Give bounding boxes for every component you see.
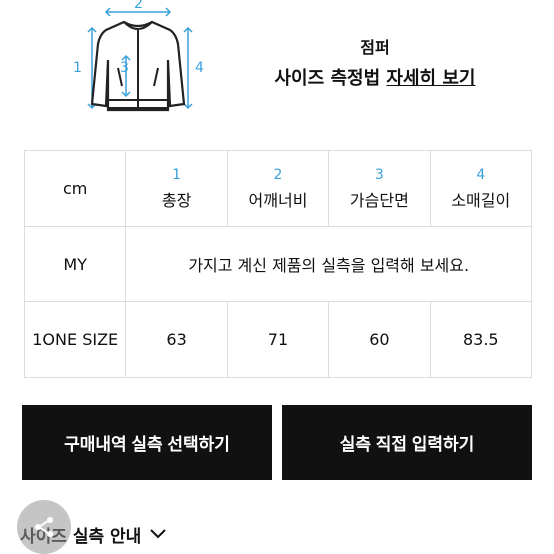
column-name: 가슴단면	[349, 190, 409, 210]
jacket-size-diagram: 1 2 3 4	[66, 0, 216, 118]
share-button[interactable]	[17, 500, 71, 554]
product-category: 점퍼	[360, 38, 390, 57]
dimension-label-3: 3	[120, 60, 129, 76]
column-header-sleeve: 4 소매길이	[429, 150, 533, 227]
size-value-shoulder: 71	[226, 301, 330, 378]
chevron-down-icon	[149, 525, 167, 545]
table-header-row: cm 1 총장 2 어깨너비 3 가슴단면 4 소매길이	[23, 150, 533, 227]
column-name: 총장	[161, 190, 192, 210]
howto-detail-link[interactable]: 자세히 보기	[386, 68, 475, 89]
dimension-label-4: 4	[195, 60, 204, 76]
one-size-row: 1ONE SIZE 63 71 60 83.5	[23, 301, 533, 378]
size-value-chest: 60	[328, 301, 431, 378]
select-purchase-measurement-button[interactable]: 구매내역 실측 선택하기	[22, 405, 272, 480]
column-header-chest: 3 가슴단면	[328, 150, 431, 227]
size-howto: 사이즈 측정법 자세히 보기	[250, 64, 500, 90]
column-number: 1	[172, 166, 182, 183]
my-size-row[interactable]: MY 가지고 계신 제품의 실측을 입력해 보세요.	[23, 226, 532, 302]
column-header-shoulder: 2 어깨너비	[226, 150, 330, 227]
unit-cell: cm	[23, 150, 127, 227]
column-name: 어깨너비	[248, 190, 308, 210]
size-row-label: 1ONE SIZE	[23, 301, 127, 378]
my-row-label: MY	[23, 226, 127, 302]
direct-input-measurement-button[interactable]: 실측 직접 입력하기	[282, 405, 532, 480]
column-number: 4	[476, 166, 486, 183]
share-icon	[35, 517, 53, 537]
column-name: 소매길이	[451, 190, 511, 210]
dimension-label-2: 2	[134, 0, 143, 12]
size-table: cm 1 총장 2 어깨너비 3 가슴단면 4 소매길이 MY 가지고 계신 제…	[23, 150, 533, 378]
column-number: 2	[273, 166, 283, 183]
column-header-length: 1 총장	[125, 150, 228, 227]
column-number: 3	[374, 166, 384, 183]
size-value-length: 63	[125, 301, 228, 378]
howto-text: 사이즈 측정법	[274, 68, 387, 89]
jacket-outline-icon	[87, 7, 193, 112]
dimension-label-1: 1	[73, 60, 82, 76]
my-size-input-prompt[interactable]: 가지고 계신 제품의 실측을 입력해 보세요.	[125, 226, 532, 302]
size-value-sleeve: 83.5	[429, 301, 533, 378]
